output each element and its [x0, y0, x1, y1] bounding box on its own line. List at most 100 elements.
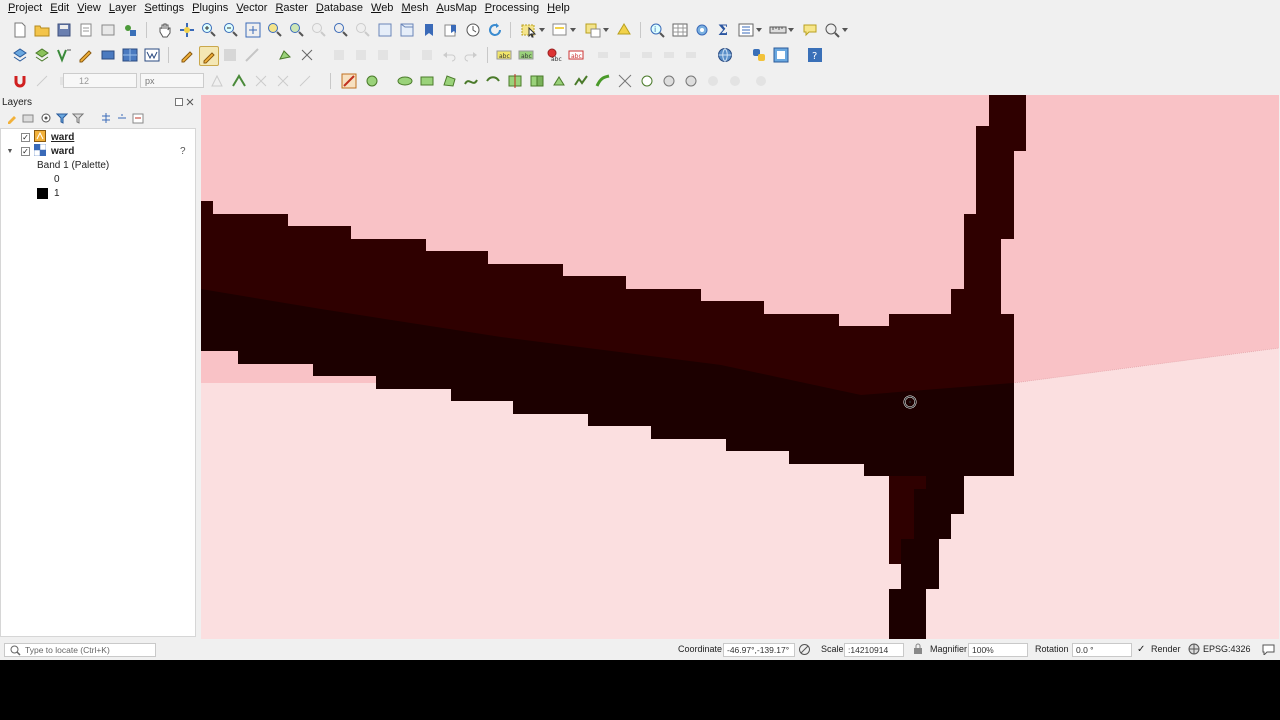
add-raster-layer-icon[interactable] — [121, 46, 139, 64]
float-panel-icon[interactable] — [175, 97, 183, 109]
cut-features-icon[interactable] — [352, 46, 370, 64]
pan-map-icon[interactable] — [156, 21, 174, 39]
pin-labels-icon[interactable]: abc — [545, 46, 563, 64]
delete-selected-icon[interactable] — [330, 46, 348, 64]
layer-warning-help[interactable]: ? — [180, 144, 186, 158]
offset-curve-icon[interactable] — [484, 72, 502, 90]
close-panel-icon[interactable] — [186, 97, 194, 109]
more-tools-icon[interactable] — [752, 72, 770, 90]
menu-ausmap[interactable]: AusMap — [432, 0, 480, 17]
pan-to-selection-icon[interactable] — [178, 21, 196, 39]
add-wms-layer-icon[interactable] — [143, 46, 161, 64]
coordinate-field[interactable]: -46.97°,-139.17° — [723, 643, 795, 657]
tracing-icon[interactable] — [274, 72, 292, 90]
render-checkbox[interactable]: ✓ — [1137, 644, 1145, 655]
new-print-layout-icon[interactable] — [77, 21, 95, 39]
split-features-icon[interactable] — [506, 72, 524, 90]
zoom-last-icon[interactable] — [332, 21, 350, 39]
layers-tree[interactable]: ✓ ward ▼ ✓ ward ? Band 1 (Palette) 0 1 — [0, 128, 196, 637]
identify-features-icon[interactable]: i — [648, 21, 666, 39]
current-edits-icon[interactable] — [199, 46, 219, 66]
menu-vector[interactable]: Vector — [232, 0, 271, 17]
bookmark-icon[interactable] — [420, 21, 438, 39]
simplify-feature-icon[interactable] — [572, 72, 590, 90]
manage-themes-icon[interactable] — [40, 112, 52, 127]
layer-style-icon[interactable] — [6, 112, 18, 127]
modify-attributes-icon[interactable] — [298, 46, 316, 64]
undo-icon[interactable] — [440, 46, 458, 64]
layer-labeling-icon[interactable]: abc — [517, 46, 535, 64]
expand-all-icon[interactable] — [100, 112, 112, 127]
scale-field[interactable]: :14210914 — [844, 643, 904, 657]
menu-help[interactable]: Help — [543, 0, 574, 17]
add-polygon-icon[interactable] — [440, 72, 458, 90]
advanced-digitizing-icon[interactable] — [296, 72, 314, 90]
attribute-table-icon[interactable] — [671, 21, 689, 39]
layer-visibility-checkbox[interactable]: ✓ — [21, 132, 30, 142]
zoom-to-selection-icon[interactable] — [266, 21, 284, 39]
layout-manager-icon[interactable] — [99, 21, 117, 39]
add-feature-icon[interactable] — [243, 46, 261, 64]
new-layer-icon[interactable] — [99, 46, 117, 64]
select-location-icon[interactable] — [615, 21, 633, 39]
paste-features-icon[interactable] — [396, 46, 414, 64]
map-tips-icon[interactable] — [801, 21, 819, 39]
chevron-down-icon[interactable] — [569, 21, 577, 39]
menu-edit[interactable]: Edit — [46, 0, 73, 17]
zoom-out-icon[interactable] — [222, 21, 240, 39]
add-vector-layer-icon[interactable] — [33, 46, 51, 64]
select-by-value-icon[interactable] — [551, 21, 569, 39]
add-delimited-text-icon[interactable] — [55, 46, 73, 64]
style-manager-icon[interactable] — [121, 21, 139, 39]
chevron-down-icon[interactable] — [755, 21, 763, 39]
python-console-icon[interactable] — [750, 46, 768, 64]
copy-features-icon[interactable] — [374, 46, 392, 64]
rotate-feature-icon[interactable] — [550, 72, 568, 90]
new-3d-view-icon[interactable] — [398, 21, 416, 39]
move-label-icon[interactable] — [594, 46, 612, 64]
zoom-next-icon[interactable] — [354, 21, 372, 39]
delete-part-icon[interactable] — [682, 72, 700, 90]
highlight-labels-icon[interactable]: abc — [567, 46, 585, 64]
measure-line-icon[interactable] — [769, 21, 787, 39]
rotate-label-icon[interactable] — [616, 46, 634, 64]
reshape-icon[interactable] — [462, 72, 480, 90]
temporal-controller-icon[interactable] — [464, 21, 482, 39]
menu-plugins[interactable]: Plugins — [188, 0, 232, 17]
chevron-down-icon[interactable] — [538, 21, 546, 39]
layer-visibility-checkbox[interactable]: ✓ — [21, 146, 30, 156]
add-ring-icon[interactable] — [594, 72, 612, 90]
layer-item-vector[interactable]: ✓ ward — [21, 129, 74, 144]
merge-features-icon[interactable] — [528, 72, 546, 90]
locator-search-icon[interactable] — [823, 21, 841, 39]
open-project-icon[interactable] — [33, 21, 51, 39]
snapping-unit-select[interactable]: px — [140, 73, 204, 88]
add-circle-icon[interactable] — [364, 72, 382, 90]
add-rectangle-icon[interactable] — [418, 72, 436, 90]
delete-ring-icon[interactable] — [660, 72, 678, 90]
deselect-features-icon[interactable] — [584, 21, 602, 39]
refresh-icon[interactable] — [486, 21, 504, 39]
change-label-icon[interactable] — [638, 46, 656, 64]
label-tool-icon[interactable]: abc — [495, 46, 513, 64]
save-project-icon[interactable] — [55, 21, 73, 39]
collapse-arrow-icon[interactable]: ▼ — [5, 148, 15, 155]
add-ellipse-icon[interactable] — [396, 72, 414, 90]
snap-intersection-icon[interactable] — [230, 72, 248, 90]
snapping-magnet-icon[interactable] — [11, 72, 29, 90]
layer-item-raster[interactable]: ▼ ✓ ward — [5, 143, 74, 158]
globe-icon[interactable] — [716, 46, 734, 64]
menu-mesh[interactable]: Mesh — [397, 0, 432, 17]
collapse-all-icon[interactable] — [116, 112, 128, 127]
messages-icon[interactable] — [1262, 643, 1275, 657]
rotation-field[interactable]: 0.0 ° — [1072, 643, 1132, 657]
menu-settings[interactable]: Settings — [140, 0, 188, 17]
statistics-summary-icon[interactable]: Σ — [715, 21, 733, 39]
zoom-to-layer-icon[interactable] — [288, 21, 306, 39]
crs-globe-icon[interactable] — [1188, 643, 1200, 657]
zoom-native-icon[interactable] — [310, 21, 328, 39]
plugin-icon[interactable] — [772, 46, 790, 64]
shape-digitize-icon[interactable] — [340, 72, 358, 90]
self-snapping-icon[interactable] — [252, 72, 270, 90]
select-features-icon[interactable] — [520, 21, 538, 39]
